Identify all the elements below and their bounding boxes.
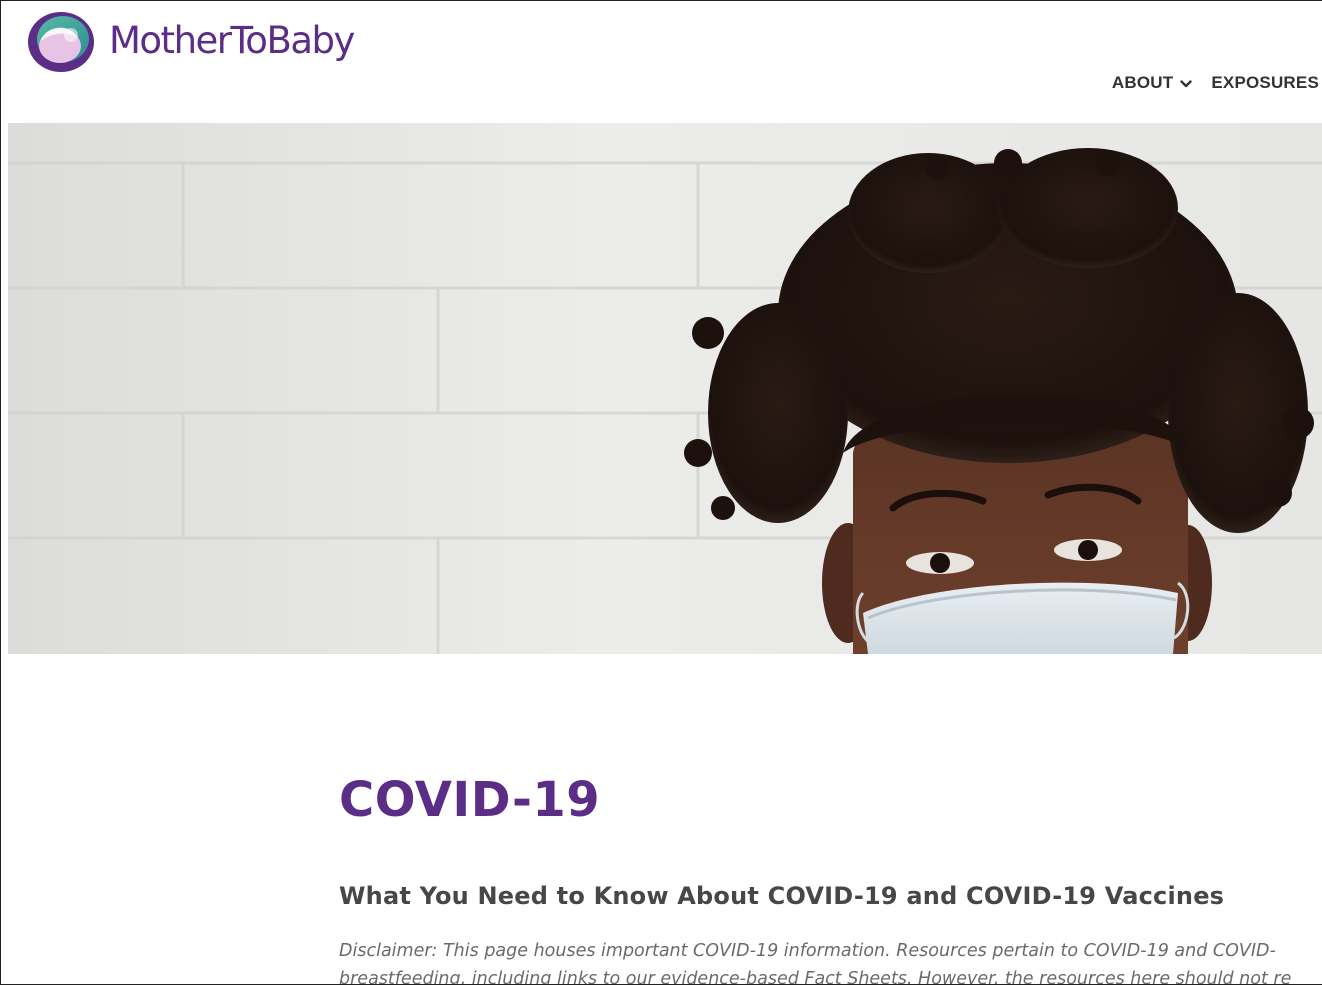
nav-item-about-label: ABOUT xyxy=(1111,73,1174,92)
woman-wearing-face-mask-photo xyxy=(8,123,1322,654)
nav-item-exposures[interactable]: EXPOSURES xyxy=(1211,73,1319,93)
logo-wordmark: MotherToBaby xyxy=(109,18,355,62)
main-nav: ABOUT EXPOSURES xyxy=(1112,73,1319,93)
disclaimer-line-2: breastfeeding, including links to our ev… xyxy=(339,969,1292,985)
disclaimer-line-1: Disclaimer: This page houses important C… xyxy=(339,941,1276,961)
hero-banner xyxy=(8,123,1322,654)
nav-item-about[interactable]: ABOUT xyxy=(1112,73,1193,93)
page-title: COVID-19 xyxy=(339,772,601,828)
site-logo-link[interactable]: MotherToBaby xyxy=(27,11,355,73)
main-content: COVID-19 What You Need to Know About COV… xyxy=(339,771,1322,985)
page-frame: MotherToBaby ABOUT EXPOSURES COVID-19 Wh… xyxy=(0,0,1322,985)
site-header: MotherToBaby ABOUT EXPOSURES xyxy=(1,1,1322,123)
mothertobaby-logo-icon xyxy=(28,12,94,72)
page-subtitle: What You Need to Know About COVID-19 and… xyxy=(339,882,1225,910)
disclaimer-text: Disclaimer: This page houses important C… xyxy=(339,937,1322,985)
nav-item-exposures-label: EXPOSURES xyxy=(1211,73,1319,92)
chevron-down-icon xyxy=(1180,79,1193,87)
